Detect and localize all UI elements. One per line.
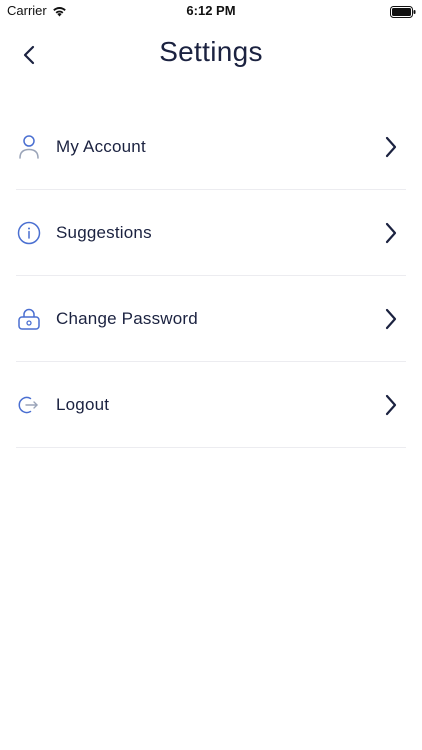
chevron-right-icon (384, 136, 398, 158)
settings-item-label: Suggestions (56, 222, 152, 242)
settings-item-label: Logout (56, 394, 110, 414)
settings-item-logout[interactable]: Logout (16, 362, 406, 448)
settings-item-my-account[interactable]: My Account (16, 104, 406, 190)
settings-item-label: Change Password (56, 308, 198, 328)
lock-icon (16, 306, 42, 332)
logout-icon (16, 392, 42, 418)
user-icon (16, 134, 42, 160)
page-title: Settings (159, 36, 263, 67)
settings-item-label: My Account (56, 136, 146, 156)
status-time: 6:12 PM (186, 3, 236, 18)
chevron-right-icon (384, 308, 398, 330)
info-icon (16, 220, 42, 246)
status-bar: Carrier 6:12 PM (0, 0, 422, 22)
settings-list: My Account Suggestions Change Password L… (0, 104, 422, 448)
chevron-right-icon (384, 394, 398, 416)
chevron-right-icon (384, 222, 398, 244)
settings-item-change-password[interactable]: Change Password (16, 276, 406, 362)
settings-item-suggestions[interactable]: Suggestions (16, 190, 406, 276)
battery-icon (390, 5, 416, 18)
